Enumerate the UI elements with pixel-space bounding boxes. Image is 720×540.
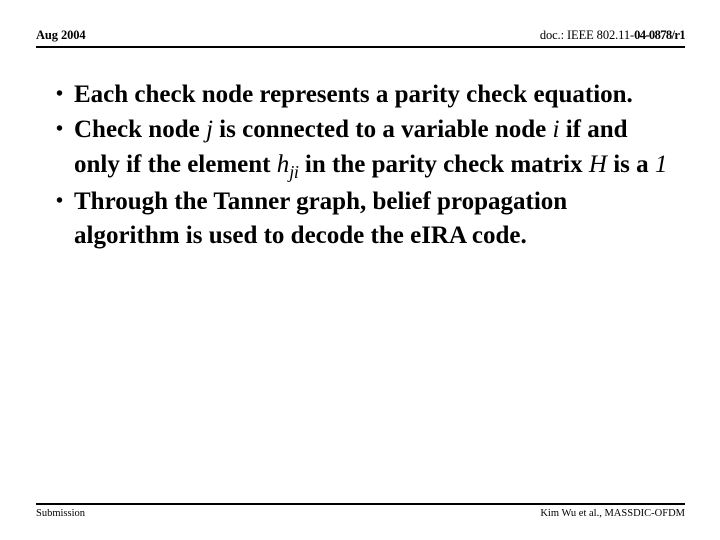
header-doc-number: 04-0878/r1: [634, 28, 686, 42]
footer-author-label: Kim Wu et al., MASSDIC-OFDM: [540, 508, 685, 519]
bullet-item: • Each check node represents a parity ch…: [48, 78, 688, 112]
bullet-item: • Through the Tanner graph, belief propa…: [48, 185, 688, 254]
bullet-segment: Check node: [74, 116, 206, 144]
footer-submission-label: Submission: [36, 508, 86, 519]
bullet-text: Each check node represents a parity chec…: [74, 78, 634, 112]
header-doc-reference: doc.: IEEE 802.11-04-0878/r1: [539, 28, 686, 43]
bullet-item: • Check node j is connected to a variabl…: [48, 113, 688, 184]
bullet-marker-icon: •: [56, 190, 64, 213]
bullet-text: Through the Tanner graph, belief propaga…: [74, 185, 674, 254]
slide-header: Aug 2004 doc.: IEEE 802.11-04-0878/r1: [36, 28, 686, 48]
bullet-text: Check node j is connected to a variable …: [74, 113, 674, 184]
math-value-one: 1: [654, 150, 668, 178]
header-divider: [36, 46, 685, 48]
bullet-segment: is connected to a variable node: [212, 116, 553, 144]
footer-divider: [36, 503, 685, 505]
bullet-marker-icon: •: [56, 118, 64, 141]
header-date: Aug 2004: [36, 28, 86, 42]
math-subscript-ji: ji: [289, 161, 299, 182]
slide: Aug 2004 doc.: IEEE 802.11-04-0878/r1 • …: [0, 0, 720, 540]
math-variable-h: h: [276, 150, 290, 178]
bullet-segment: Each check node represents a parity chec…: [74, 81, 633, 108]
math-matrix-h: H: [588, 150, 607, 178]
bullet-marker-icon: •: [56, 83, 64, 105]
slide-footer: Submission Kim Wu et al., MASSDIC-OFDM: [36, 508, 685, 524]
math-variable-j: j: [205, 116, 213, 144]
slide-body: • Each check node represents a parity ch…: [48, 78, 688, 255]
bullet-segment: Through the Tanner graph, belief propaga…: [74, 188, 568, 250]
bullet-segment: in the parity check matrix: [298, 150, 589, 178]
header-doc-label: doc.: IEEE 802.11-: [539, 28, 635, 42]
bullet-segment: is a: [606, 150, 655, 178]
